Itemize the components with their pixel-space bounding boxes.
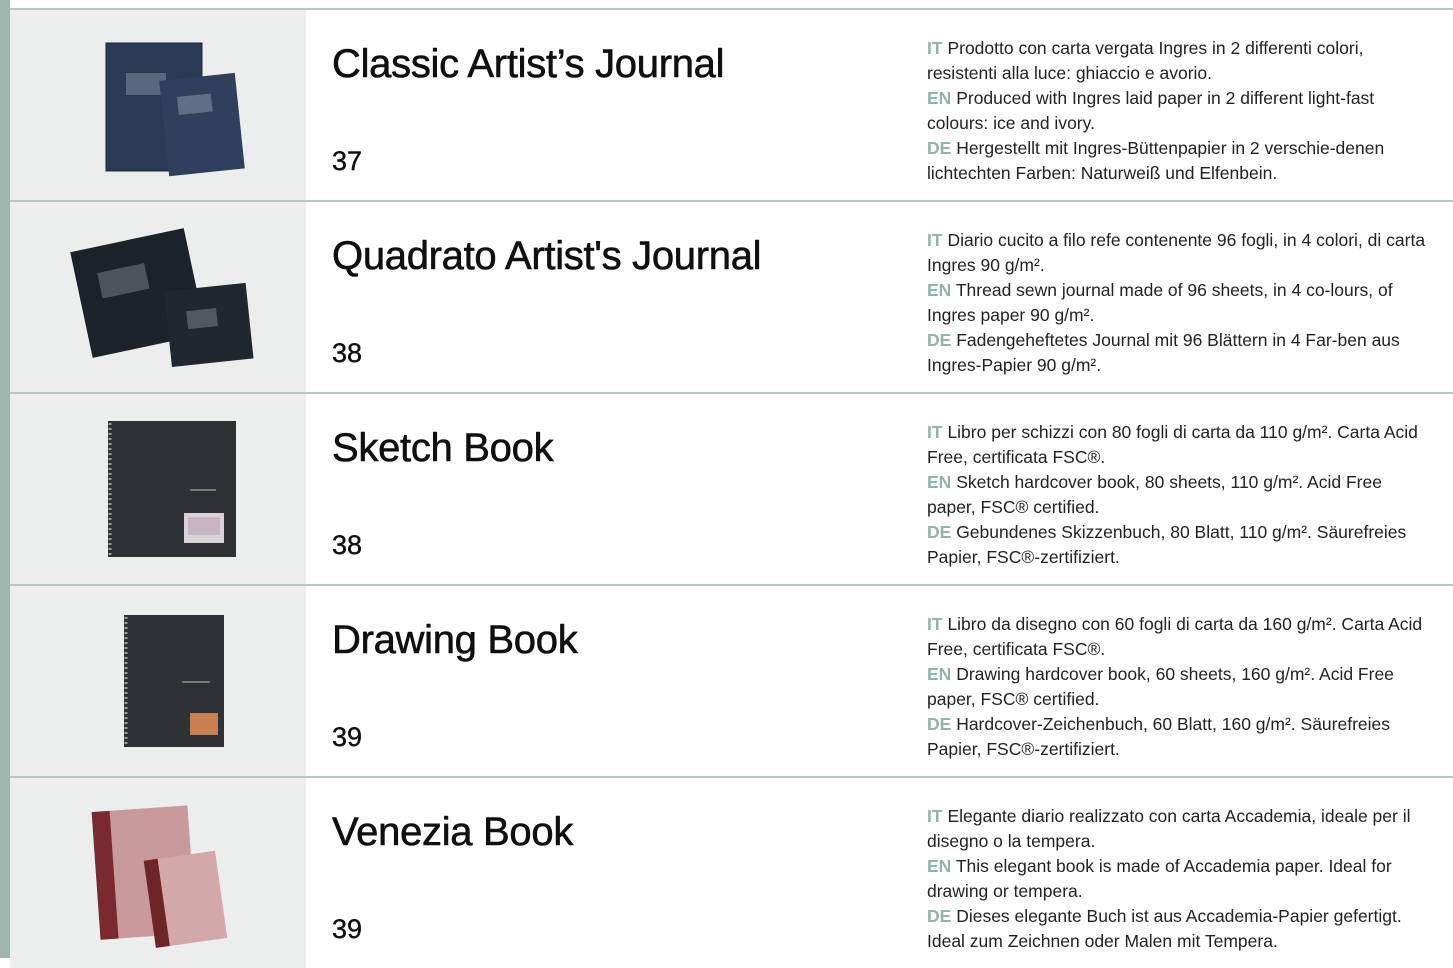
desc-text: Libro per schizzi con 80 fogli di carta …: [927, 422, 1418, 467]
product-thumbnail: [10, 394, 306, 584]
page-number: 39: [332, 914, 363, 944]
desc-en: EN Produced with Ingres laid paper in 2 …: [927, 86, 1427, 136]
desc-it: IT Diario cucito a filo refe contenente …: [927, 228, 1427, 278]
product-title: Sketch Book: [332, 426, 554, 471]
product-thumbnail: [10, 778, 306, 968]
product-row: Quadrato Artist's Journal 38 IT Diario c…: [10, 202, 1453, 394]
product-row: Drawing Book 39 IT Libro da disegno con …: [10, 586, 1453, 778]
spiral-drawing-book-image: [124, 615, 224, 747]
product-title: Quadrato Artist's Journal: [332, 234, 762, 279]
product-thumbnail: [10, 586, 306, 776]
lang-code: IT: [927, 38, 943, 58]
desc-de: DE Fadengeheftetes Journal mit 96 Blätte…: [927, 328, 1427, 378]
lang-code: EN: [927, 88, 952, 108]
lang-code: DE: [927, 522, 952, 542]
lang-code: IT: [927, 422, 943, 442]
desc-text: Hardcover-Zeichenbuch, 60 Blatt, 160 g/m…: [927, 714, 1391, 759]
desc-it: IT Elegante diario realizzato con carta …: [927, 804, 1427, 854]
desc-text: Dieses elegante Buch ist aus Accademia-P…: [927, 906, 1402, 951]
lang-code: IT: [927, 614, 943, 634]
desc-de: DE Gebundenes Skizzenbuch, 80 Blatt, 110…: [927, 520, 1427, 570]
page-number: 37: [332, 146, 363, 176]
lang-code: DE: [927, 906, 952, 926]
page-number: 38: [332, 338, 363, 368]
lang-code: DE: [927, 138, 952, 158]
desc-text: Hergestellt mit Ingres-Büttenpapier in 2…: [927, 138, 1385, 183]
product-row: Classic Artist’s Journal 37 IT Prodotto …: [10, 10, 1453, 202]
spiral-sketchbook-image: [108, 421, 236, 557]
product-description: IT Prodotto con carta vergata Ingres in …: [927, 36, 1427, 186]
desc-en: EN Sketch hardcover book, 80 sheets, 110…: [927, 470, 1427, 520]
lang-code: EN: [927, 664, 952, 684]
lang-code: IT: [927, 806, 943, 826]
product-description: IT Diario cucito a filo refe contenente …: [927, 228, 1427, 378]
desc-text: Fadengeheftetes Journal mit 96 Blättern …: [927, 330, 1400, 375]
desc-it: IT Libro da disegno con 60 fogli di cart…: [927, 612, 1427, 662]
product-description: IT Elegante diario realizzato con carta …: [927, 804, 1427, 954]
desc-de: DE Hergestellt mit Ingres-Büttenpapier i…: [927, 136, 1427, 186]
desc-en: EN Thread sewn journal made of 96 sheets…: [927, 278, 1427, 328]
desc-text: This elegant book is made of Accademia p…: [927, 856, 1392, 901]
desc-it: IT Libro per schizzi con 80 fogli di car…: [927, 420, 1427, 470]
product-description: IT Libro da disegno con 60 fogli di cart…: [927, 612, 1427, 762]
left-accent-bar: [0, 0, 10, 958]
lang-code: EN: [927, 472, 952, 492]
desc-text: Produced with Ingres laid paper in 2 dif…: [927, 88, 1375, 133]
desc-text: Prodotto con carta vergata Ingres in 2 d…: [927, 38, 1364, 83]
product-title: Drawing Book: [332, 618, 578, 663]
lang-code: EN: [927, 280, 952, 300]
lang-code: DE: [927, 330, 952, 350]
page-number: 38: [332, 530, 363, 560]
black-square-journals-image: [70, 228, 254, 367]
product-row: Sketch Book 38 IT Libro per schizzi con …: [10, 394, 1453, 586]
desc-text: Gebundenes Skizzenbuch, 80 Blatt, 110 g/…: [927, 522, 1407, 567]
product-thumbnail: [10, 10, 306, 200]
desc-text: Elegante diario realizzato con carta Acc…: [927, 806, 1411, 851]
product-title: Classic Artist’s Journal: [332, 42, 725, 87]
desc-text: Drawing hardcover book, 60 sheets, 160 g…: [927, 664, 1394, 709]
product-title: Venezia Book: [332, 810, 574, 855]
product-row: Venezia Book 39 IT Elegante diario reali…: [10, 778, 1453, 968]
desc-en: EN Drawing hardcover book, 60 sheets, 16…: [927, 662, 1427, 712]
desc-en: EN This elegant book is made of Accademi…: [927, 854, 1427, 904]
desc-de: DE Dieses elegante Buch ist aus Accademi…: [927, 904, 1427, 954]
page-number: 39: [332, 722, 363, 752]
desc-it: IT Prodotto con carta vergata Ingres in …: [927, 36, 1427, 86]
lang-code: IT: [927, 230, 943, 250]
desc-text: Diario cucito a filo refe contenente 96 …: [927, 230, 1426, 275]
desc-text: Thread sewn journal made of 96 sheets, i…: [927, 280, 1393, 325]
pink-venezia-books-image: [91, 805, 228, 948]
product-list: Classic Artist’s Journal 37 IT Prodotto …: [10, 10, 1453, 968]
lang-code: EN: [927, 856, 952, 876]
product-description: IT Libro per schizzi con 80 fogli di car…: [927, 420, 1427, 570]
navy-journals-image: [105, 42, 245, 177]
desc-text: Libro da disegno con 60 fogli di carta d…: [927, 614, 1423, 659]
desc-text: Sketch hardcover book, 80 sheets, 110 g/…: [927, 472, 1382, 517]
lang-code: DE: [927, 714, 952, 734]
desc-de: DE Hardcover-Zeichenbuch, 60 Blatt, 160 …: [927, 712, 1427, 762]
product-thumbnail: [10, 202, 306, 392]
